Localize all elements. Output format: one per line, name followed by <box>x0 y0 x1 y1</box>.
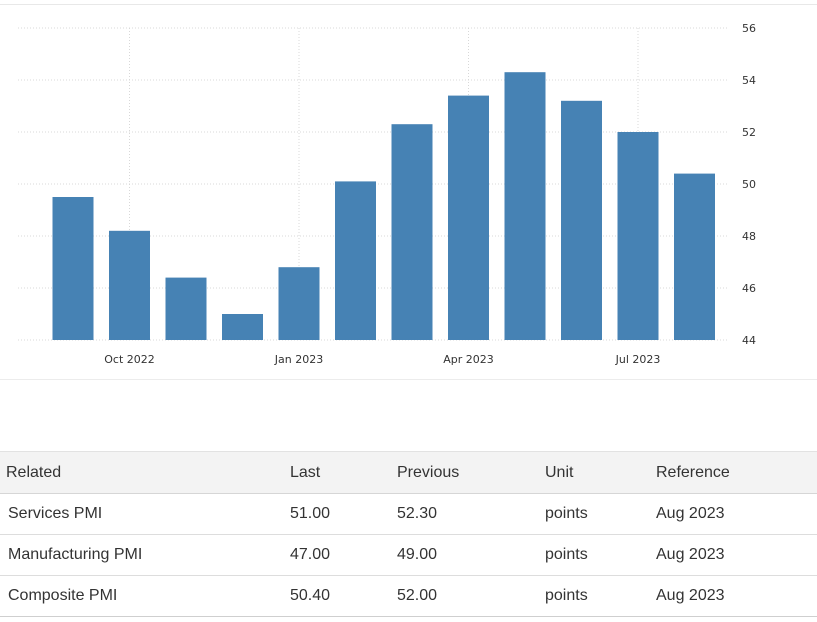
unit-value: points <box>545 505 588 522</box>
y-tick-label: 50 <box>742 178 756 191</box>
y-tick-label: 52 <box>742 126 756 139</box>
previous-value: 49.00 <box>397 546 438 563</box>
indicator-name-link[interactable]: Services PMI <box>0 494 290 535</box>
x-tick-label: Apr 2023 <box>443 353 494 366</box>
chart-bar[interactable] <box>52 197 94 340</box>
table-header-row: Related Last Previous Unit Reference <box>0 451 817 494</box>
last-value: 47.00 <box>290 546 331 563</box>
header-previous: Previous <box>397 463 460 481</box>
reference-value: Aug 2023 <box>656 546 725 563</box>
bar-chart: 44 46 48 50 52 54 56 Oct 2022 Jan 2023 Apr 2023 Ju… <box>18 22 756 366</box>
y-tick-label: 48 <box>742 230 756 243</box>
chart-panel: 44 46 48 50 52 54 56 Oct 2022 Jan 2023 Apr 2023 Ju… <box>0 4 817 380</box>
last-value: 51.00 <box>290 505 331 522</box>
related-table: Related Last Previous Unit Reference Ser… <box>0 451 817 617</box>
unit-value: points <box>545 546 588 563</box>
unit-value: points <box>545 587 588 604</box>
y-tick-label: 54 <box>742 74 756 87</box>
previous-value: 52.30 <box>397 505 438 522</box>
table-row[interactable]: Services PMI 51.00 52.30 points Aug 2023 <box>0 494 817 535</box>
table-row[interactable]: Composite PMI 50.40 52.00 points Aug 202… <box>0 576 817 617</box>
chart-bar[interactable] <box>109 230 150 340</box>
reference-value: Aug 2023 <box>656 505 725 522</box>
y-tick-label: 44 <box>742 334 756 347</box>
header-reference: Reference <box>656 463 730 481</box>
chart-bar[interactable] <box>222 314 263 340</box>
header-last: Last <box>290 463 321 481</box>
chart-bar[interactable] <box>391 124 433 340</box>
chart-bar[interactable] <box>335 181 376 340</box>
indicator-name-link[interactable]: Manufacturing PMI <box>0 535 290 576</box>
chart-bar[interactable] <box>617 132 659 340</box>
chart-bar[interactable] <box>561 100 602 340</box>
chart-bar[interactable] <box>674 173 715 340</box>
x-tick-label: Jan 2023 <box>274 353 323 366</box>
chart-bar[interactable] <box>448 95 489 340</box>
y-tick-label: 46 <box>742 282 756 295</box>
chart-bar[interactable] <box>504 72 546 340</box>
previous-value: 52.00 <box>397 587 438 604</box>
chart-bar[interactable] <box>165 277 207 340</box>
x-tick-label: Jul 2023 <box>615 353 661 366</box>
indicator-name-link[interactable]: Composite PMI <box>0 576 290 617</box>
header-unit: Unit <box>545 463 574 481</box>
table-row[interactable]: Manufacturing PMI 47.00 49.00 points Aug… <box>0 535 817 576</box>
chart-bar[interactable] <box>278 267 320 340</box>
last-value: 50.40 <box>290 587 331 604</box>
y-tick-label: 56 <box>742 22 756 35</box>
header-related: Related <box>6 463 62 481</box>
x-tick-label: Oct 2022 <box>104 353 155 366</box>
reference-value: Aug 2023 <box>656 587 725 604</box>
